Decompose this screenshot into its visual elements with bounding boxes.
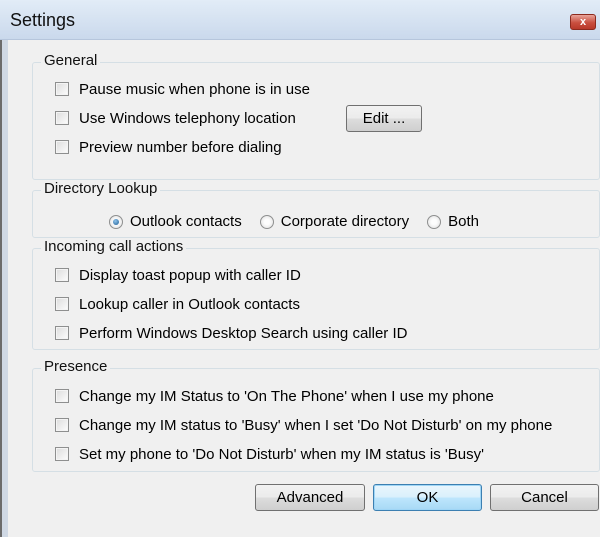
telephony-location-checkbox[interactable]: [55, 111, 69, 125]
window-title: Settings: [10, 10, 76, 30]
edit-location-button[interactable]: Edit ...: [346, 105, 422, 132]
directory-lookup-legend: Directory Lookup: [41, 180, 161, 197]
toast-popup-checkbox[interactable]: [55, 268, 69, 282]
im-busy-dnd-checkbox[interactable]: [55, 418, 69, 432]
telephony-location-option[interactable]: Use Windows telephony location: [55, 109, 296, 127]
phone-dnd-when-busy-label: Set my phone to 'Do Not Disturb' when my…: [79, 445, 484, 463]
im-on-the-phone-label: Change my IM Status to 'On The Phone' wh…: [79, 387, 494, 405]
advanced-button[interactable]: Advanced: [255, 484, 365, 511]
general-group: General Pause music when phone is in use…: [32, 52, 600, 180]
cancel-button[interactable]: Cancel: [490, 484, 599, 511]
title-bar[interactable]: Settings x: [0, 0, 600, 40]
dialog-client-area: General Pause music when phone is in use…: [0, 40, 600, 537]
window-left-frame: [0, 40, 8, 537]
presence-group: Presence Change my IM Status to 'On The …: [32, 358, 600, 472]
im-on-the-phone-checkbox[interactable]: [55, 389, 69, 403]
toast-popup-option[interactable]: Display toast popup with caller ID: [55, 266, 301, 284]
pause-music-label: Pause music when phone is in use: [79, 80, 310, 98]
telephony-location-label: Use Windows telephony location: [79, 109, 296, 127]
directory-lookup-group: Directory Lookup Outlook contacts Corpor…: [32, 180, 600, 238]
presence-legend: Presence: [41, 358, 111, 375]
phone-dnd-when-busy-checkbox[interactable]: [55, 447, 69, 461]
both-radio[interactable]: [427, 214, 442, 229]
close-button[interactable]: x: [570, 14, 596, 30]
general-legend: General: [41, 52, 101, 69]
toast-popup-label: Display toast popup with caller ID: [79, 266, 301, 284]
pause-music-checkbox[interactable]: [55, 82, 69, 96]
ok-button[interactable]: OK: [373, 484, 482, 511]
desktop-search-checkbox[interactable]: [55, 326, 69, 340]
preview-number-option[interactable]: Preview number before dialing: [55, 138, 282, 156]
phone-dnd-when-busy-option[interactable]: Set my phone to 'Do Not Disturb' when my…: [55, 445, 484, 463]
preview-number-checkbox[interactable]: [55, 140, 69, 154]
lookup-caller-checkbox[interactable]: [55, 297, 69, 311]
im-on-the-phone-option[interactable]: Change my IM Status to 'On The Phone' wh…: [55, 387, 494, 405]
both-label: Both: [448, 213, 479, 230]
outlook-contacts-radio[interactable]: [109, 214, 123, 229]
lookup-caller-label: Lookup caller in Outlook contacts: [79, 295, 300, 313]
corporate-directory-radio[interactable]: [259, 214, 274, 229]
im-busy-dnd-label: Change my IM status to 'Busy' when I set…: [79, 416, 553, 434]
desktop-search-option[interactable]: Perform Windows Desktop Search using cal…: [55, 324, 407, 342]
lookup-caller-option[interactable]: Lookup caller in Outlook contacts: [55, 295, 300, 313]
pause-music-option[interactable]: Pause music when phone is in use: [55, 80, 310, 98]
close-icon: x: [579, 16, 587, 28]
corporate-directory-label: Corporate directory: [280, 213, 410, 230]
outlook-contacts-label: Outlook contacts: [130, 213, 242, 230]
preview-number-label: Preview number before dialing: [79, 138, 282, 156]
radio-outlook-contacts[interactable]: Outlook contacts: [109, 213, 242, 230]
radio-both[interactable]: Both: [427, 213, 479, 230]
im-busy-dnd-option[interactable]: Change my IM status to 'Busy' when I set…: [55, 416, 552, 434]
directory-lookup-options: Outlook contacts Corporate directory Bot…: [109, 213, 497, 230]
radio-corporate-directory[interactable]: Corporate directory: [259, 213, 410, 230]
desktop-search-label: Perform Windows Desktop Search using cal…: [79, 324, 408, 342]
incoming-call-actions-group: Incoming call actions Display toast popu…: [32, 238, 600, 350]
desktop-background-edge: [600, 0, 614, 537]
incoming-call-actions-legend: Incoming call actions: [41, 238, 187, 255]
